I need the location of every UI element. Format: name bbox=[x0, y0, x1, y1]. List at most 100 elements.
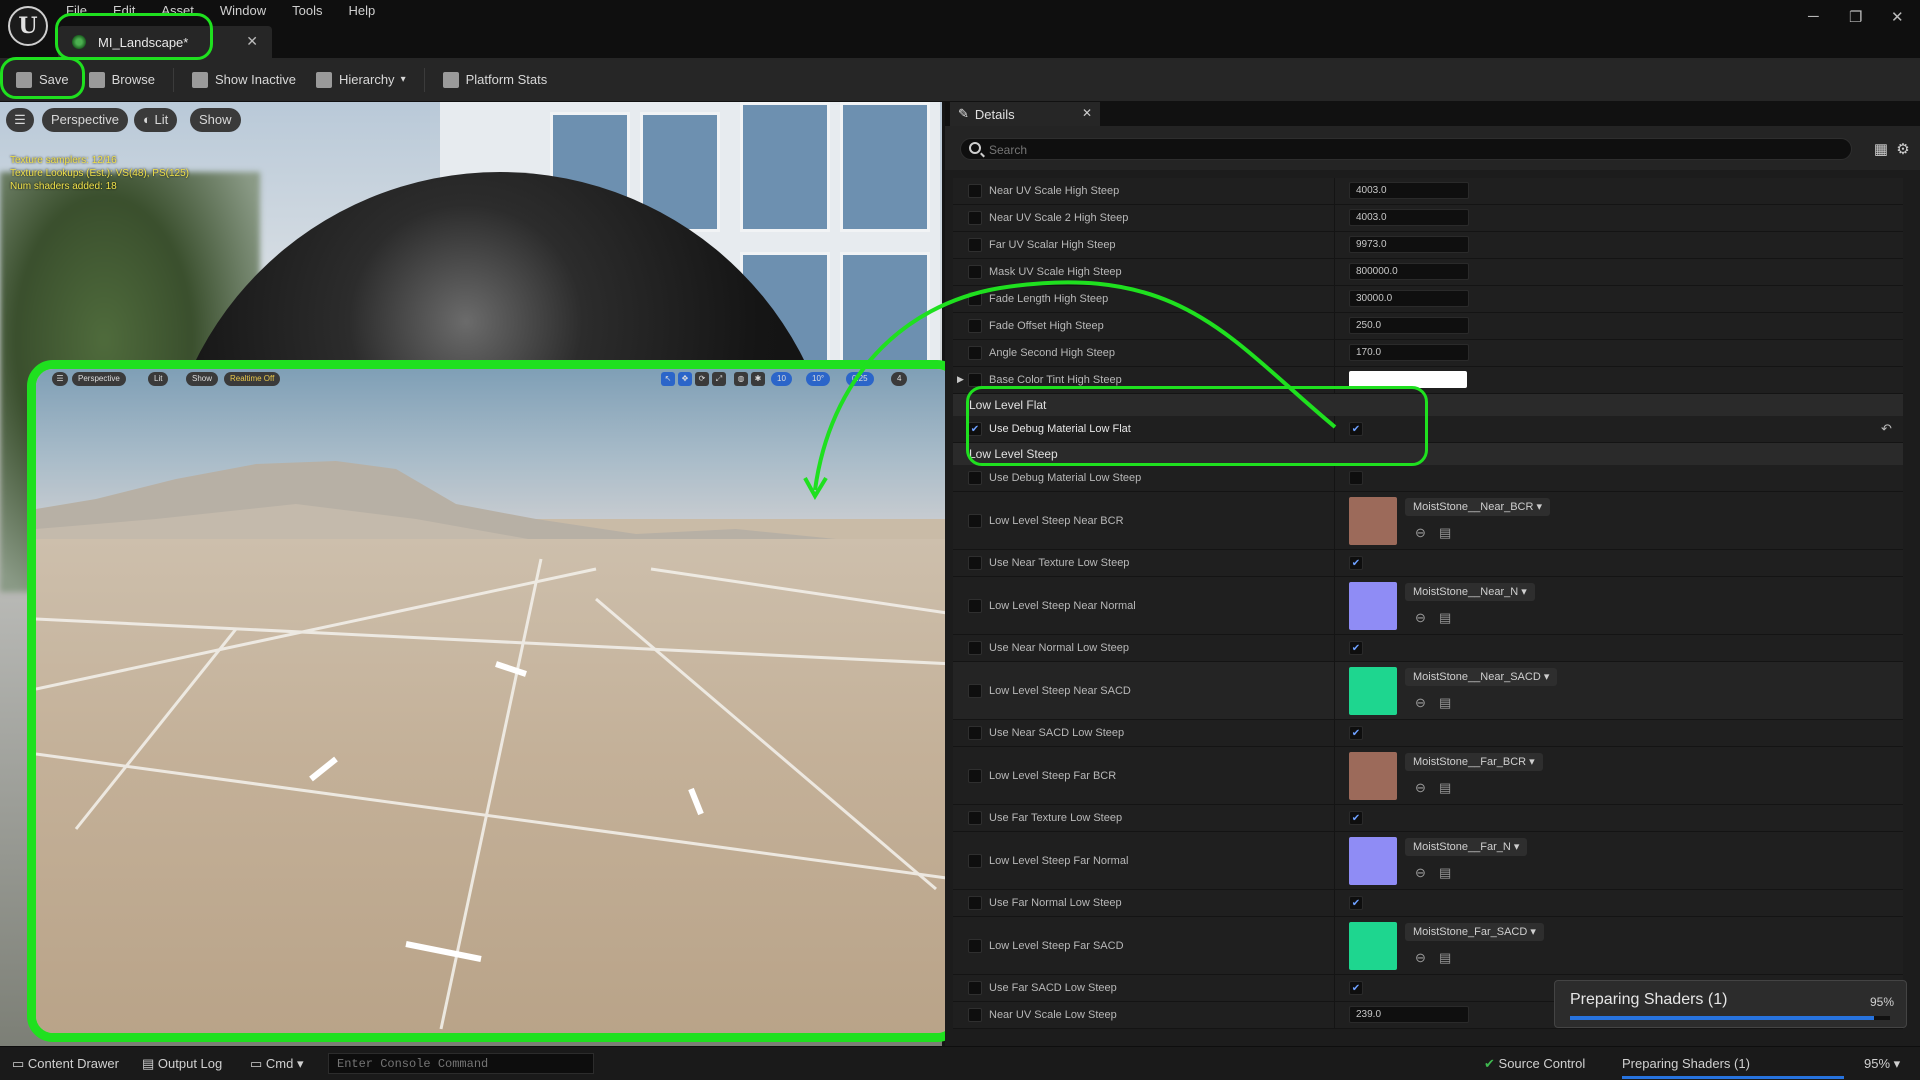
browse-asset-icon[interactable]: ▤ bbox=[1439, 951, 1452, 964]
use-selected-icon[interactable]: ⊖ bbox=[1415, 696, 1428, 709]
menu-window[interactable]: Window bbox=[220, 3, 266, 18]
lit-button[interactable]: ◐ Lit bbox=[134, 108, 178, 132]
override-checkbox[interactable] bbox=[968, 599, 982, 613]
notification-progress-bar bbox=[1570, 1016, 1890, 1020]
tab-details[interactable]: ✎ Details ✕ bbox=[950, 102, 1100, 126]
texture-thumbnail[interactable] bbox=[1349, 837, 1397, 885]
property-name: Low Level Steep Far Normal bbox=[989, 855, 1129, 867]
content-drawer-button[interactable]: ▭ Content Drawer bbox=[12, 1056, 119, 1072]
status-percent[interactable]: 95% ▾ bbox=[1864, 1056, 1900, 1072]
browse-asset-icon[interactable]: ▤ bbox=[1439, 866, 1452, 879]
status-preparing-shaders[interactable]: Preparing Shaders (1) bbox=[1622, 1056, 1750, 1071]
override-checkbox[interactable] bbox=[968, 854, 982, 868]
override-checkbox[interactable] bbox=[968, 896, 982, 910]
source-control-button[interactable]: ✔ Source Control bbox=[1484, 1056, 1585, 1072]
browse-asset-icon[interactable]: ▤ bbox=[1439, 611, 1452, 624]
use-selected-icon[interactable]: ⊖ bbox=[1415, 951, 1428, 964]
override-checkbox[interactable] bbox=[968, 346, 982, 360]
platform-stats-label: Platform Stats bbox=[465, 72, 548, 87]
override-checkbox[interactable] bbox=[968, 769, 982, 783]
show-button[interactable]: Show bbox=[190, 108, 241, 132]
close-tab-icon[interactable]: ✕ bbox=[246, 33, 258, 50]
show-inactive-button[interactable]: Show Inactive bbox=[182, 64, 306, 96]
platform-stats-icon bbox=[442, 71, 459, 88]
texture-thumbnail[interactable] bbox=[1349, 497, 1397, 545]
asset-picker[interactable]: MoistStone__Far_BCR ▾ bbox=[1405, 753, 1543, 771]
override-checkbox[interactable] bbox=[968, 556, 982, 570]
override-checkbox[interactable] bbox=[968, 211, 982, 225]
browse-asset-icon[interactable]: ▤ bbox=[1439, 781, 1452, 794]
viewport-menu-icon[interactable]: ☰ bbox=[6, 108, 34, 132]
override-checkbox[interactable] bbox=[968, 981, 982, 995]
value-checkbox[interactable] bbox=[1349, 471, 1363, 485]
gear-icon[interactable]: ⚙ bbox=[1895, 142, 1911, 158]
property-value-field[interactable]: 30000.0 bbox=[1349, 290, 1469, 307]
asset-picker[interactable]: MoistStone__Near_SACD ▾ bbox=[1405, 668, 1558, 686]
property-value-field[interactable]: 170.0 bbox=[1349, 344, 1469, 361]
texture-thumbnail[interactable] bbox=[1349, 922, 1397, 970]
close-window-icon[interactable]: ✕ bbox=[1891, 8, 1904, 26]
override-checkbox[interactable] bbox=[968, 641, 982, 655]
menu-tools[interactable]: Tools bbox=[292, 3, 322, 18]
value-checkbox[interactable]: ✔ bbox=[1349, 641, 1363, 655]
override-checkbox[interactable] bbox=[968, 939, 982, 953]
cmd-dropdown[interactable]: ▭ Cmd ▾ bbox=[250, 1056, 304, 1072]
override-checkbox[interactable] bbox=[968, 471, 982, 485]
asset-picker[interactable]: MoistStone__Far_N ▾ bbox=[1405, 838, 1528, 856]
unreal-logo-icon[interactable]: U bbox=[8, 6, 48, 46]
expand-arrow-icon[interactable]: ▶ bbox=[957, 374, 964, 385]
override-checkbox[interactable] bbox=[968, 1008, 982, 1022]
override-checkbox[interactable] bbox=[968, 238, 982, 252]
value-checkbox[interactable]: ✔ bbox=[1349, 726, 1363, 740]
value-checkbox[interactable]: ✔ bbox=[1349, 981, 1363, 995]
override-checkbox[interactable] bbox=[968, 292, 982, 306]
browse-button[interactable]: Browse bbox=[79, 64, 165, 96]
console-command-input[interactable] bbox=[328, 1053, 594, 1074]
override-checkbox[interactable] bbox=[968, 726, 982, 740]
property-value-field[interactable]: 250.0 bbox=[1349, 317, 1469, 334]
property-value-field[interactable]: 239.0 bbox=[1349, 1006, 1469, 1023]
override-checkbox[interactable] bbox=[968, 265, 982, 279]
close-details-icon[interactable]: ✕ bbox=[1082, 106, 1092, 120]
value-checkbox[interactable]: ✔ bbox=[1349, 556, 1363, 570]
platform-stats-button[interactable]: Platform Stats bbox=[433, 64, 558, 96]
search-input[interactable] bbox=[989, 141, 1829, 158]
column-divider bbox=[1334, 550, 1335, 576]
asset-picker[interactable]: MoistStone_Far_SACD ▾ bbox=[1405, 923, 1544, 941]
property-value-field[interactable]: 4003.0 bbox=[1349, 209, 1469, 226]
browse-asset-icon[interactable]: ▤ bbox=[1439, 526, 1452, 539]
table-view-icon[interactable]: ▦ bbox=[1873, 142, 1889, 158]
texture-thumbnail[interactable] bbox=[1349, 667, 1397, 715]
menu-help[interactable]: Help bbox=[348, 3, 375, 18]
texture-thumbnail[interactable] bbox=[1349, 582, 1397, 630]
chevron-down-icon: ▾ bbox=[1893, 1056, 1901, 1071]
property-value-field[interactable]: 4003.0 bbox=[1349, 182, 1469, 199]
override-checkbox[interactable] bbox=[968, 373, 982, 387]
property-row: Use Debug Material Low Steep bbox=[953, 465, 1903, 492]
minimize-icon[interactable]: ─ bbox=[1808, 8, 1819, 25]
hierarchy-button[interactable]: Hierarchy ▾ bbox=[306, 64, 416, 96]
asset-picker[interactable]: MoistStone__Near_N ▾ bbox=[1405, 583, 1535, 601]
reset-to-default-icon[interactable]: ↶ bbox=[1881, 421, 1892, 437]
value-checkbox[interactable]: ✔ bbox=[1349, 896, 1363, 910]
restore-icon[interactable]: ❐ bbox=[1849, 8, 1862, 26]
override-checkbox[interactable] bbox=[968, 319, 982, 333]
use-selected-icon[interactable]: ⊖ bbox=[1415, 781, 1428, 794]
override-checkbox[interactable] bbox=[968, 811, 982, 825]
output-log-button[interactable]: ▤ Output Log bbox=[142, 1056, 222, 1072]
use-selected-icon[interactable]: ⊖ bbox=[1415, 866, 1428, 879]
override-checkbox[interactable] bbox=[968, 684, 982, 698]
override-checkbox[interactable] bbox=[968, 184, 982, 198]
property-value-field[interactable]: 800000.0 bbox=[1349, 263, 1469, 280]
override-checkbox[interactable] bbox=[968, 514, 982, 528]
search-box[interactable] bbox=[960, 138, 1852, 160]
asset-picker[interactable]: MoistStone__Near_BCR ▾ bbox=[1405, 498, 1551, 516]
value-checkbox[interactable]: ✔ bbox=[1349, 811, 1363, 825]
use-selected-icon[interactable]: ⊖ bbox=[1415, 526, 1428, 539]
perspective-button[interactable]: Perspective bbox=[42, 108, 128, 132]
property-value-field[interactable]: 9973.0 bbox=[1349, 236, 1469, 253]
use-selected-icon[interactable]: ⊖ bbox=[1415, 611, 1428, 624]
texture-thumbnail[interactable] bbox=[1349, 752, 1397, 800]
browse-asset-icon[interactable]: ▤ bbox=[1439, 696, 1452, 709]
inset-scale-snap: 0.25 bbox=[846, 372, 874, 386]
